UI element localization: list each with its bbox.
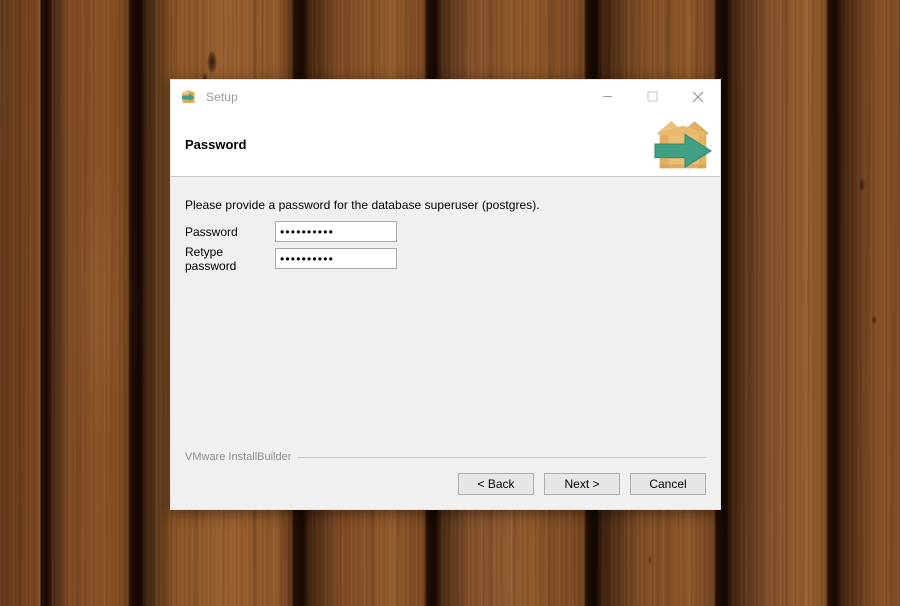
retype-password-row: Retype password (185, 245, 706, 273)
footer-divider (297, 456, 706, 458)
footer-brand-row: VMware InstallBuilder (185, 451, 706, 463)
setup-dialog-window: Setup Password Please provide a password… (170, 79, 721, 510)
window-controls (585, 80, 720, 113)
password-input[interactable] (275, 221, 397, 242)
password-label: Password (185, 224, 238, 239)
installbuilder-brand-label: VMware InstallBuilder (185, 451, 292, 463)
close-icon[interactable] (675, 80, 720, 113)
minimize-icon[interactable] (585, 80, 630, 113)
next-button[interactable]: Next > (544, 473, 620, 495)
retype-password-input[interactable] (275, 248, 397, 269)
installer-box-icon (180, 88, 197, 105)
window-title: Setup (206, 89, 238, 104)
dialog-body: Please provide a password for the databa… (171, 177, 720, 451)
retype-password-label: Retype password (185, 244, 237, 273)
maximize-icon[interactable] (630, 80, 675, 113)
cancel-button[interactable]: Cancel (630, 473, 706, 495)
back-button[interactable]: < Back (458, 473, 534, 495)
dialog-header: Password (171, 113, 720, 177)
installer-box-arrow-logo (650, 114, 716, 176)
password-row: Password (185, 221, 706, 242)
dialog-footer: VMware InstallBuilder < Back Next > Canc… (171, 451, 720, 509)
page-title: Password (185, 137, 247, 152)
instruction-text: Please provide a password for the databa… (185, 198, 540, 212)
dialog-titlebar: Setup (171, 80, 720, 113)
dialog-button-bar: < Back Next > Cancel (185, 473, 706, 495)
